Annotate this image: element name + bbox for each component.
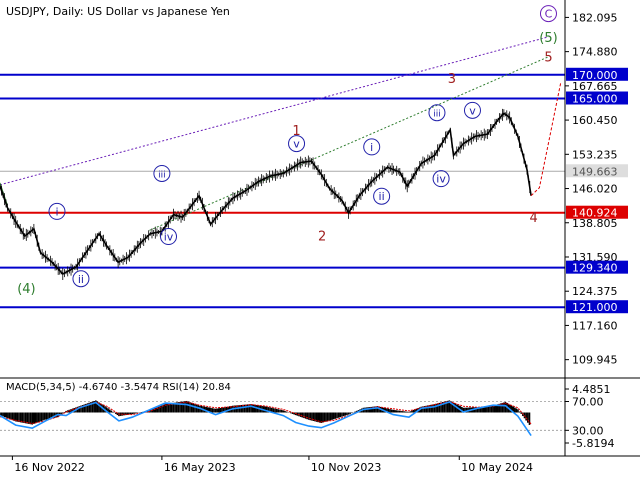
wave-label: (5) xyxy=(539,31,557,46)
chart-container: USDJPY, Daily: US Dollar vs Japanese Yen… xyxy=(0,0,640,480)
y-tick-label: 109.945 xyxy=(572,354,618,367)
wave-label: 3 xyxy=(448,72,456,87)
y-tick-label: 167.665 xyxy=(572,80,618,93)
x-tick-label: 10 Nov 2023 xyxy=(311,461,381,474)
chart-svg: USDJPY, Daily: US Dollar vs Japanese Yen… xyxy=(0,0,640,480)
wave-label: 4 xyxy=(529,211,537,226)
y-tick-label: 174.880 xyxy=(572,46,618,59)
level-tag-label: 149.663 xyxy=(572,165,618,178)
wave-label: iii xyxy=(433,110,441,120)
y-tick-label: 182.095 xyxy=(572,11,618,24)
indicator-y-tick-label: 70.00 xyxy=(572,395,604,408)
x-tick-label: 10 May 2024 xyxy=(461,461,533,474)
wave-label: i xyxy=(370,141,373,154)
wave-label: (4) xyxy=(17,282,35,297)
wave-label: ii xyxy=(78,273,84,286)
y-tick-label: 153.235 xyxy=(572,148,618,161)
level-tag-label: 129.340 xyxy=(572,262,618,275)
level-tag-label: 121.000 xyxy=(572,301,618,314)
level-tag-label: 170.000 xyxy=(572,69,618,82)
wave-label: v xyxy=(469,104,476,117)
level-tag-label: 165.000 xyxy=(572,93,618,106)
chart-header-text: USDJPY, Daily: US Dollar vs Japanese Yen xyxy=(6,5,230,18)
wave-label: i xyxy=(55,205,58,218)
wave-label: iii xyxy=(158,170,166,180)
x-tick-label: 16 Nov 2022 xyxy=(14,461,84,474)
indicator-y-tick-label: -5.8194 xyxy=(572,437,614,450)
y-tick-label: 146.020 xyxy=(572,183,618,196)
y-tick-label: 124.375 xyxy=(572,285,618,298)
indicator-y-tick-label: 4.4851 xyxy=(572,383,611,396)
indicator-y-tick-label: 30.00 xyxy=(572,424,604,437)
wave-label: ii xyxy=(379,190,385,203)
wave-label: 5 xyxy=(544,50,552,65)
wave-label: iv xyxy=(436,173,446,186)
wave-label: C xyxy=(545,8,553,21)
x-tick-label: 16 May 2023 xyxy=(164,461,236,474)
indicator-title: MACD(5,34,5) -4.6740 -3.5474 RSI(14) 20.… xyxy=(6,382,231,393)
wave-label: iv xyxy=(164,231,174,244)
wave-label: v xyxy=(293,138,300,151)
level-tag-label: 140.924 xyxy=(572,207,618,220)
y-tick-label: 117.160 xyxy=(572,319,618,332)
wave-label: 2 xyxy=(318,230,326,245)
y-tick-label: 160.450 xyxy=(572,114,618,127)
